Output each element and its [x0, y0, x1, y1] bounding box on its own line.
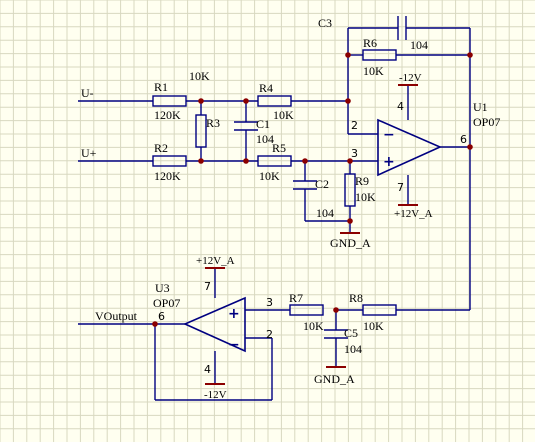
r5-value: 10K: [259, 169, 280, 183]
resistor-r6: R6 10K: [362, 36, 397, 78]
u1-pin-inv: 2: [351, 119, 358, 132]
r9-value: 10K: [355, 190, 376, 204]
u3-value: OP07: [153, 296, 180, 310]
u1-pin-vneg: 4: [397, 100, 404, 113]
u3-pin-inv: 2: [266, 328, 273, 341]
svg-text:+: +: [228, 306, 240, 322]
r8-value: 10K: [363, 319, 384, 333]
u3-pin-vneg: 4: [204, 363, 211, 376]
svg-text:+: +: [383, 154, 395, 170]
grid: [0, 0, 535, 442]
c5-value: 104: [344, 342, 362, 356]
r2-value: 120K: [154, 169, 181, 183]
net-u-plus: U+: [81, 146, 97, 160]
capacitor-c2: C2 104: [293, 177, 334, 220]
net-voutput: VOutput: [95, 309, 138, 323]
r7-value: 10K: [303, 319, 324, 333]
svg-text:−: −: [228, 337, 240, 353]
resistor-r7: R7 10K: [289, 291, 324, 333]
gnd2-label: GND_A: [314, 372, 355, 386]
r7-ref: R7: [289, 291, 303, 305]
c2-value: 104: [316, 206, 334, 220]
u3-pin-out: 6: [158, 310, 165, 323]
r8-ref: R8: [349, 291, 363, 305]
r9-ref: R9: [355, 174, 369, 188]
schematic-canvas: R1 120K R2 120K R3 10K R4 10K R5 10K R6 …: [0, 0, 535, 442]
u1-value: OP07: [473, 115, 500, 129]
svg-text:−: −: [383, 127, 395, 143]
r5-ref: R5: [272, 141, 286, 155]
u1-ref: U1: [473, 100, 488, 114]
r2-ref: R2: [154, 141, 168, 155]
gnd1-label: GND_A: [330, 236, 371, 250]
u1-pin-noninv: 3: [351, 147, 358, 160]
r6-value: 10K: [363, 64, 384, 78]
r4-ref: R4: [259, 81, 273, 95]
u1-pin-vpos: 7: [397, 181, 404, 194]
r3-ref: R3: [206, 116, 220, 130]
resistor-r4: R4 10K: [257, 81, 294, 122]
r6-ref: R6: [363, 36, 377, 50]
u3-ref: U3: [155, 281, 170, 295]
c3-value: 104: [410, 38, 428, 52]
r1-value: 120K: [154, 108, 181, 122]
c2-ref: C2: [315, 177, 329, 191]
r4-value: 10K: [273, 108, 294, 122]
u3-vneg-label: -12V: [204, 389, 227, 401]
ground-1: GND_A: [330, 232, 371, 250]
r1-ref: R1: [154, 80, 168, 94]
u1-pin-out: 6: [460, 133, 467, 146]
r3-value: 10K: [189, 69, 210, 83]
c1-ref: C1: [256, 117, 270, 131]
resistor-r1: R1 120K: [152, 80, 187, 122]
capacitor-c1: C1 104: [234, 117, 274, 146]
u3-vpos-label: +12V_A: [196, 255, 235, 267]
u1-vneg-label: -12V: [399, 72, 422, 84]
u1-vpos-label: +12V_A: [394, 208, 433, 220]
u3-pin-noninv: 3: [266, 296, 273, 309]
u3-pin-vpos: 7: [204, 280, 211, 293]
capacitor-c5: C5 104: [324, 326, 362, 356]
c5-ref: C5: [344, 326, 358, 340]
c1-value: 104: [256, 132, 274, 146]
net-u-minus: U-: [81, 86, 94, 100]
c3-ref: C3: [318, 16, 332, 30]
